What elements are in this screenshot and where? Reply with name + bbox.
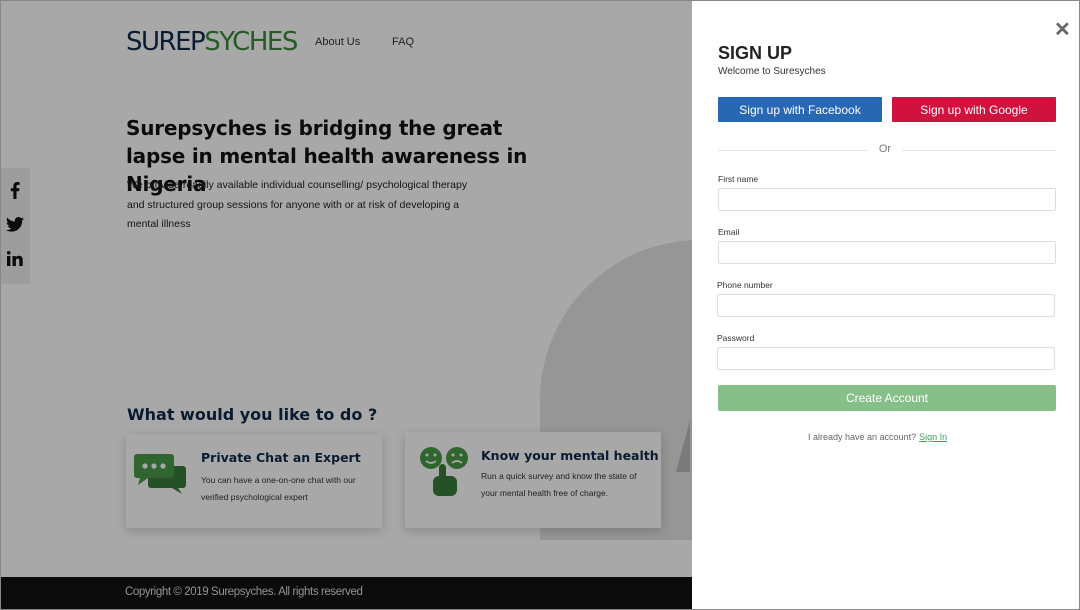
signup-facebook-button[interactable]: Sign up with Facebook	[718, 97, 882, 122]
signup-title: SIGN UP	[718, 43, 793, 63]
phone-label: Phone number	[717, 280, 773, 290]
first-name-label: First name	[718, 174, 759, 184]
have-account-text: I already have an account?	[808, 432, 917, 442]
phone-field[interactable]	[717, 294, 1055, 317]
close-icon[interactable]: ✕	[1054, 20, 1071, 40]
signup-subtitle: Welcome to Suresyches	[718, 66, 826, 77]
password-label: Password	[717, 333, 755, 343]
email-field[interactable]	[718, 241, 1056, 264]
or-divider-text: Or	[868, 143, 902, 155]
modal-overlay[interactable]	[0, 0, 692, 610]
create-account-button[interactable]: Create Account	[718, 385, 1056, 411]
email-label: Email	[718, 227, 740, 237]
signup-google-button[interactable]: Sign up with Google	[892, 97, 1056, 122]
first-name-field[interactable]	[718, 188, 1056, 211]
sign-in-link[interactable]: Sign In	[919, 432, 947, 442]
have-account-row: I already have an account? Sign In	[808, 432, 947, 442]
password-field[interactable]	[717, 347, 1055, 370]
